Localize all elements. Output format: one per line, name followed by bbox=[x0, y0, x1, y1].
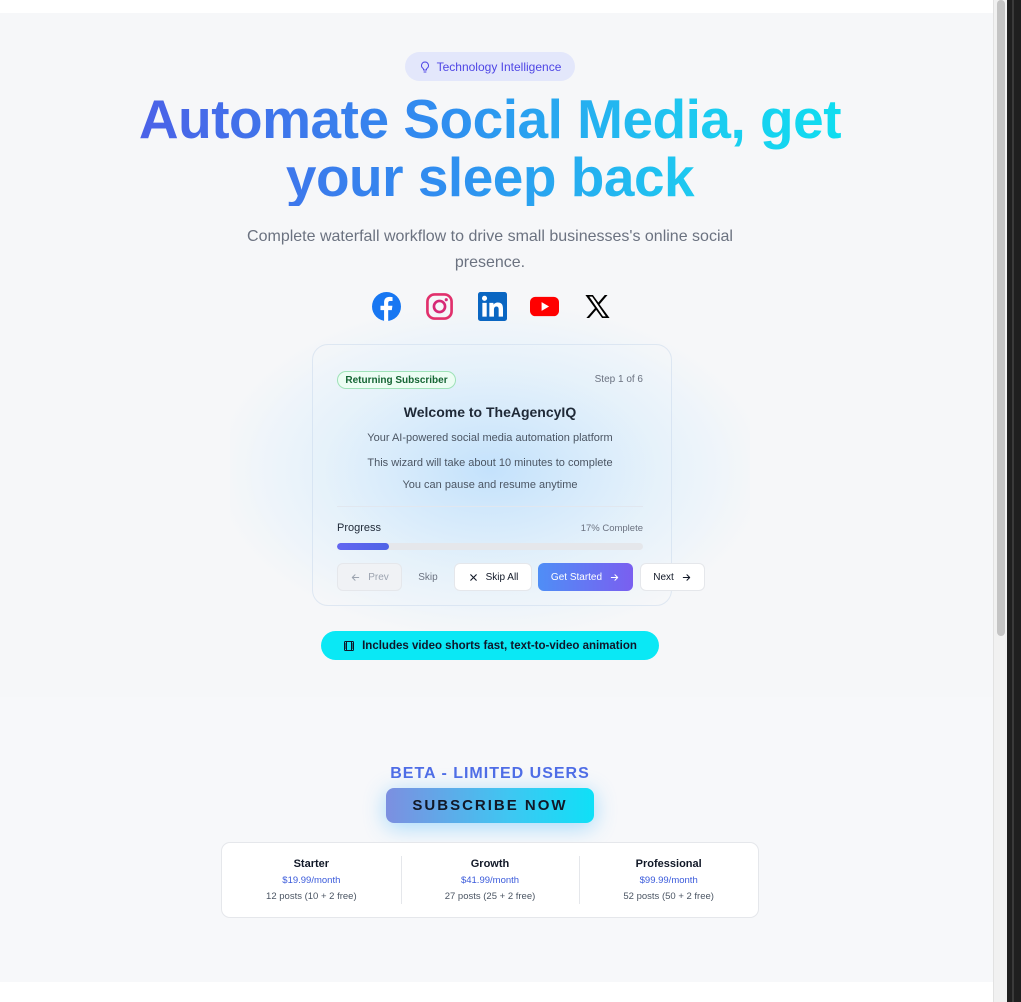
plan-price: $41.99/month bbox=[460, 875, 520, 886]
prev-button[interactable]: Prev bbox=[337, 563, 402, 591]
window-edge bbox=[1007, 0, 1021, 1002]
window-edge-line bbox=[1012, 0, 1014, 1002]
wizard-title: Welcome to TheAgencyIQ bbox=[403, 404, 577, 420]
badge-label: Technology Intelligence bbox=[436, 59, 562, 74]
plan-price: $19.99/month bbox=[282, 875, 341, 886]
pricing-section bbox=[0, 697, 993, 982]
progress-bar bbox=[337, 543, 643, 550]
arrow-right-icon bbox=[682, 573, 690, 581]
skip-all-button[interactable]: Skip All bbox=[454, 563, 532, 591]
prev-label: Prev bbox=[368, 571, 389, 583]
skip-all-label: Skip All bbox=[485, 571, 519, 583]
video-feature-label: Includes video shorts fast, text-to-vide… bbox=[362, 639, 637, 652]
skip-label: Skip bbox=[418, 571, 438, 583]
get-started-label: Get Started bbox=[550, 571, 603, 583]
next-button[interactable]: Next bbox=[640, 563, 705, 591]
arrow-left-icon bbox=[352, 573, 360, 581]
plan-name: Professional bbox=[635, 858, 702, 870]
linkedin-icon[interactable] bbox=[477, 291, 507, 321]
progress-percentage: 17% Complete bbox=[580, 523, 643, 534]
returning-subscriber-badge: Returning Subscriber bbox=[337, 371, 456, 389]
video-feature-banner: Includes video shorts fast, text-to-vide… bbox=[321, 631, 659, 660]
lightbulb-icon bbox=[420, 61, 429, 72]
wizard-duration-note: This wizard will take about 10 minutes t… bbox=[367, 457, 613, 469]
youtube-icon[interactable] bbox=[530, 292, 560, 321]
next-label: Next bbox=[653, 571, 674, 583]
plan-starter[interactable]: Starter $19.99/month 12 posts (10 + 2 fr… bbox=[222, 843, 401, 917]
beta-label: BETA - LIMITED USERS bbox=[390, 765, 590, 782]
plan-price: $99.99/month bbox=[639, 875, 698, 886]
pricing-plans: Starter $19.99/month 12 posts (10 + 2 fr… bbox=[221, 842, 759, 918]
wizard-description: Your AI-powered social media automation … bbox=[367, 432, 613, 444]
arrow-right-icon bbox=[610, 573, 619, 581]
instagram-icon[interactable] bbox=[425, 292, 454, 321]
plan-growth[interactable]: Growth $41.99/month 27 posts (25 + 2 fre… bbox=[400, 843, 580, 917]
plan-name: Growth bbox=[470, 858, 510, 870]
subscribe-now-button[interactable]: SUBSCRIBE NOW bbox=[386, 788, 594, 823]
technology-badge: Technology Intelligence bbox=[405, 52, 575, 81]
progress-label: Progress bbox=[337, 522, 382, 534]
plan-name: Starter bbox=[293, 858, 330, 870]
facebook-icon[interactable] bbox=[372, 291, 401, 321]
x-icon[interactable] bbox=[583, 292, 612, 321]
wizard-divider bbox=[337, 506, 643, 507]
step-indicator: Step 1 of 6 bbox=[594, 374, 643, 385]
scrollbar-thumb[interactable] bbox=[997, 0, 1005, 636]
get-started-button[interactable]: Get Started bbox=[538, 563, 633, 591]
plan-posts: 12 posts (10 + 2 free) bbox=[266, 891, 357, 902]
plan-posts: 27 posts (25 + 2 free) bbox=[444, 891, 536, 902]
plan-professional[interactable]: Professional $99.99/month 52 posts (50 +… bbox=[579, 843, 758, 917]
skip-button[interactable]: Skip bbox=[410, 563, 446, 591]
page-title: Automate Social Media, get your sleep ba… bbox=[96, 90, 884, 206]
page-subtitle: Complete waterfall workflow to drive sma… bbox=[247, 228, 733, 271]
progress-fill bbox=[337, 543, 390, 550]
film-icon bbox=[344, 640, 355, 651]
top-bar bbox=[0, 0, 993, 13]
social-icons bbox=[372, 290, 612, 322]
wizard-pause-note: You can pause and resume anytime bbox=[402, 479, 578, 491]
bottom-strip bbox=[0, 982, 993, 1002]
plan-posts: 52 posts (50 + 2 free) bbox=[623, 891, 714, 902]
close-icon bbox=[469, 573, 477, 581]
